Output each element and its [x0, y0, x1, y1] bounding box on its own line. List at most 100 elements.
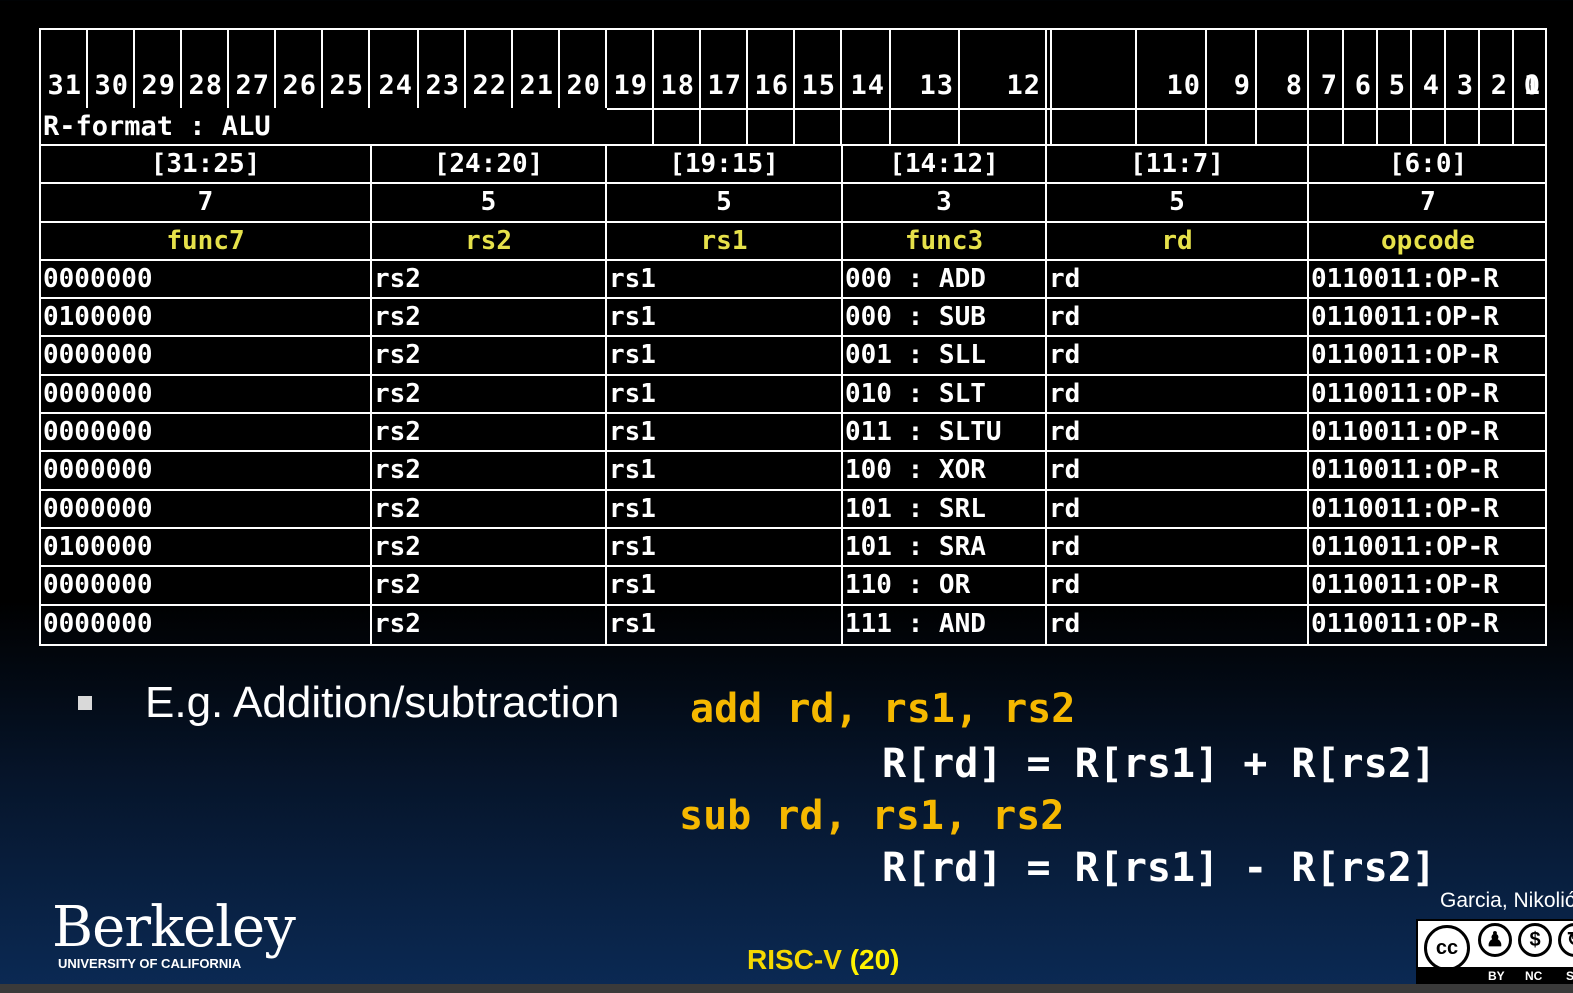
table-cell: 0110011:OP-R [1311, 570, 1499, 601]
field-width-cell: 5 [1047, 184, 1309, 221]
bit-number: 0 [1523, 70, 1541, 101]
bit-number: 3 [1456, 70, 1474, 101]
sub-expression: R[rd] = R[rs1] - R[rs2] [882, 845, 1436, 891]
instruction-rows: 0000000 rs2 rs1 000 : ADD rd 0110011:OP-R 0100… [41, 260, 1545, 644]
bit-number: 21 [519, 70, 554, 101]
table-row: 0000000 rs2 rs1 001 : SLL rd 0110011:OP-R [41, 337, 1545, 376]
bit-number: 24 [378, 70, 413, 101]
bit-number: 12 [1006, 70, 1041, 101]
bit-number: 17 [707, 70, 742, 101]
table-cell: 101 : SRA [843, 528, 1047, 566]
table-cell: 101 : SRL [843, 490, 1047, 527]
table-row: 0000000 rs2 rs1 101 : SRL rd 0110011:OP-R [41, 490, 1545, 529]
table-cell: rd [1047, 260, 1309, 298]
bullet-marker [78, 696, 92, 710]
cc-nc-label: NC [1525, 969, 1543, 983]
add-instruction: add rd, rs1, rs2 [690, 686, 1076, 732]
bit-number: 22 [472, 70, 507, 101]
bit-number: 7 [1320, 70, 1338, 101]
bit-number: 29 [141, 70, 176, 101]
table-cell: rd [1047, 567, 1309, 604]
field-width-cell: 5 [372, 184, 607, 221]
table-cell: rs2 [372, 490, 607, 527]
field-width-cell: 7 [41, 184, 372, 221]
table-cell: rs1 [607, 375, 843, 413]
share-alike-icon: ↻ [1558, 923, 1573, 957]
table-row: 0000000 rs2 rs1 100 : XOR rd 0110011:OP-R [41, 452, 1545, 491]
table-cell: 0000000 [41, 452, 372, 489]
table-cell: rs1 [607, 260, 843, 298]
table-cell: 0100000 [41, 528, 372, 566]
table-cell: rs2 [372, 605, 607, 644]
table-row: 0000000 rs2 rs1 000 : ADD rd 0110011:OP-R [41, 260, 1545, 300]
bit-number: 26 [282, 70, 317, 101]
table-cell: 0000000 [41, 490, 372, 527]
person-icon: ♟ [1478, 923, 1512, 957]
table-cell: 010 : SLT [843, 375, 1047, 413]
r-format-table: R-format : ALU 31 30 29 28 27 26 25 24 23 22 21 20 1… [39, 28, 1547, 646]
example-label: E.g. Addition/subtraction [145, 678, 620, 727]
bit-number: 2 [1490, 70, 1508, 101]
bit-number: 15 [801, 70, 836, 101]
table-cell: rs1 [607, 605, 843, 644]
bit-number: 25 [329, 70, 364, 101]
table-cell: rs1 [607, 528, 843, 566]
table-cell: rd [1047, 414, 1309, 451]
table-cell: 0110011:OP-R [1311, 608, 1499, 639]
table-cell: rs1 [607, 414, 843, 451]
table-cell: rd [1047, 452, 1309, 489]
table-cell: rs2 [372, 375, 607, 413]
table-cell: rd [1047, 299, 1309, 336]
bit-number: 4 [1422, 70, 1440, 101]
field-width-row: 755357 [41, 184, 1545, 223]
table-cell: 001 : SLL [843, 337, 1047, 374]
table-cell: 0110011:OP-R [1311, 417, 1499, 448]
bit-number: 20 [566, 70, 601, 101]
bit-number: 8 [1285, 70, 1303, 101]
table-cell: 0000000 [41, 337, 372, 374]
bit-number: 23 [425, 70, 460, 101]
bit-number: 31 [47, 70, 82, 101]
table-cell: rd [1047, 528, 1309, 566]
table-cell: rd [1047, 375, 1309, 413]
table-cell: 000 : SUB [843, 299, 1047, 336]
slide: R-format : ALU 31 30 29 28 27 26 25 24 23 22 21 20 1… [0, 0, 1573, 993]
table-cell: 111 : AND [843, 605, 1047, 644]
table-cell: 110 : OR [843, 567, 1047, 604]
table-cell: 0110011:OP-R [1311, 455, 1499, 486]
field-name-cell: func3 [843, 222, 1047, 259]
bit-number: 5 [1388, 70, 1406, 101]
table-cell: rs2 [372, 414, 607, 451]
non-commercial-icon: $ [1518, 923, 1552, 957]
table-cell: rd [1047, 337, 1309, 374]
field-width-cell: 5 [607, 184, 843, 221]
field-name-cell: rs1 [607, 222, 843, 259]
bit-cell [1047, 30, 1052, 144]
bit-row-divider [607, 108, 1545, 110]
table-cell: 000 : ADD [843, 260, 1047, 298]
field-range-row: [31:25] [24:20] [19:15] [14:12] [11:7] [6:0] [41, 146, 1545, 185]
table-row: 0100000 rs2 rs1 101 : SRA rd 0110011:OP-R [41, 528, 1545, 568]
berkeley-logo: Berkeley [52, 895, 296, 960]
table-cell: rs2 [372, 260, 607, 298]
slide-number: (20) [849, 944, 900, 975]
sub-instruction: sub rd, rs1, rs2 [679, 793, 1065, 839]
table-cell: rs1 [607, 452, 843, 489]
bit-number: 13 [919, 70, 954, 101]
author-credit: Garcia, Nikolić [1440, 889, 1573, 912]
format-label: R-format : ALU [41, 110, 609, 144]
field-range-cell: [24:20] [372, 146, 607, 183]
table-cell: 0110011:OP-R [1311, 493, 1499, 524]
field-range-cell: [19:15] [607, 146, 843, 183]
berkeley-logo-subtext: UNIVERSITY OF CALIFORNIA [58, 956, 242, 971]
table-cell: rs2 [372, 567, 607, 604]
table-cell: 0000000 [41, 567, 372, 604]
creative-commons-badge: cc ♟ $ ↻ BY NC SA [1416, 919, 1573, 985]
cc-icon: cc [1424, 925, 1470, 971]
table-cell: 0000000 [41, 414, 372, 451]
table-cell: 0110011:OP-R [1311, 378, 1499, 409]
bit-number: 6 [1354, 70, 1372, 101]
bit-number: 14 [850, 70, 885, 101]
field-width-cell: 3 [843, 184, 1047, 221]
field-range-cell: [14:12] [843, 146, 1047, 183]
